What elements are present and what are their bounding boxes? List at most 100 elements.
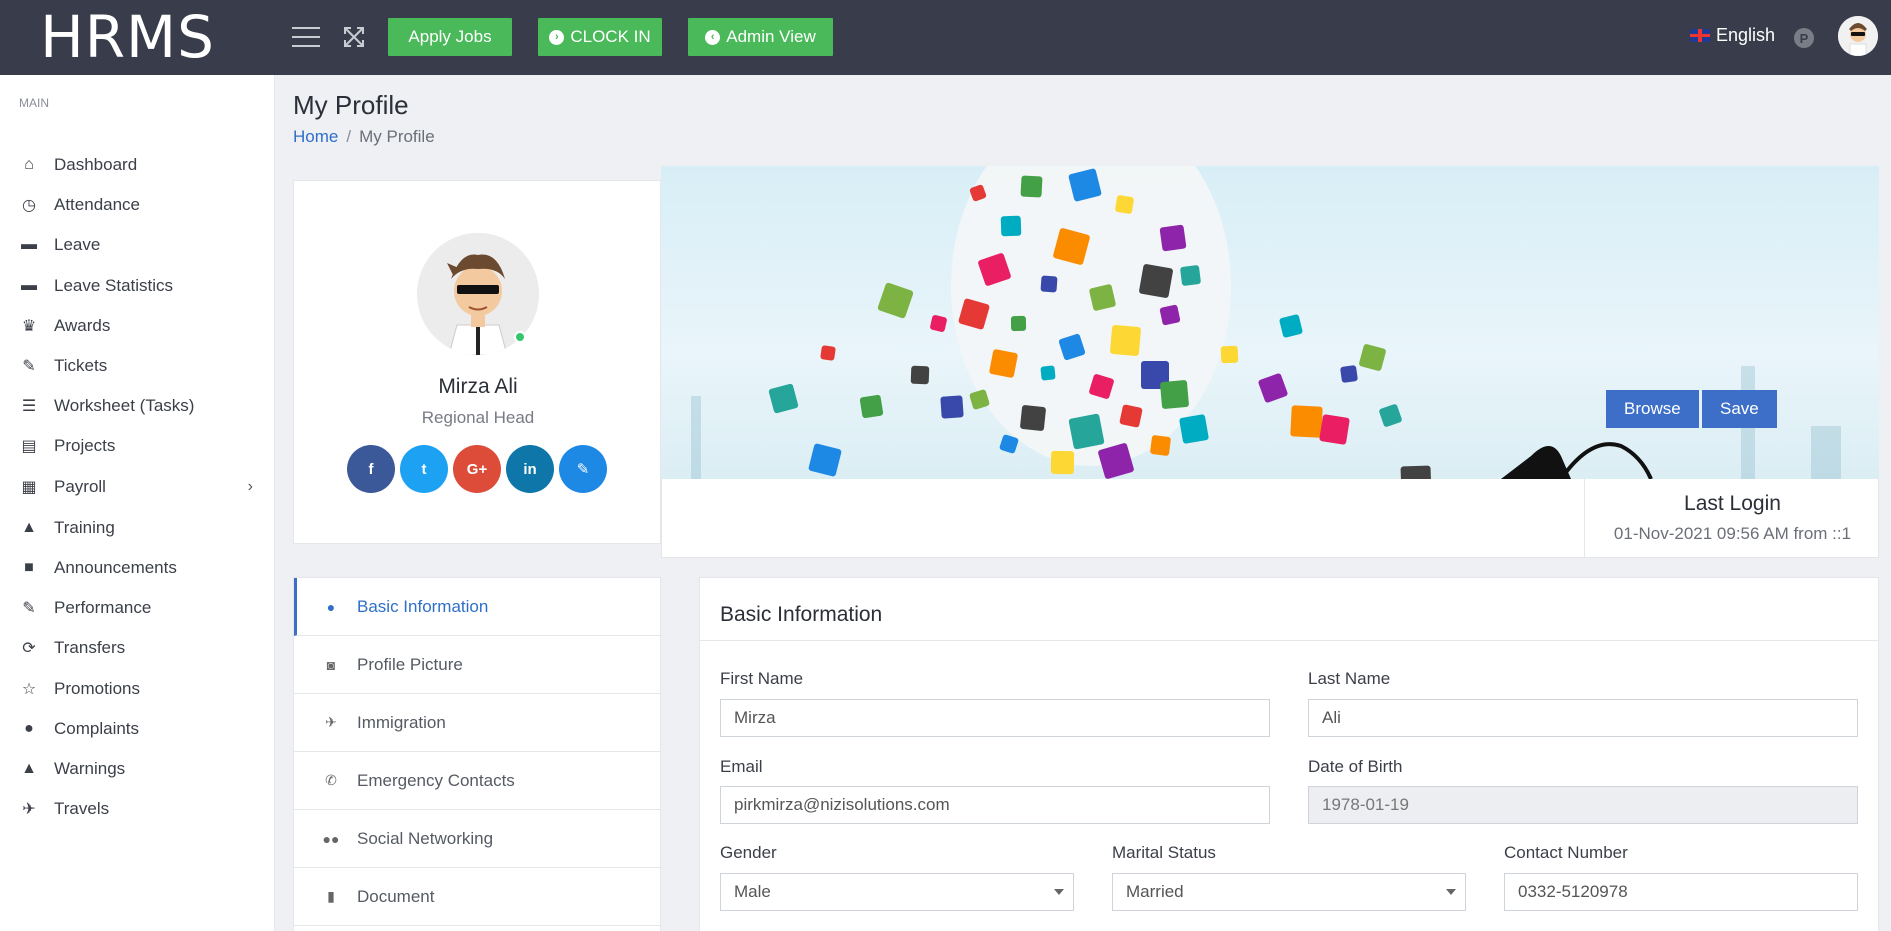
dob-input: 1978-01-19	[1308, 786, 1858, 824]
cover-apps-illustration	[691, 166, 1841, 479]
linkedin-button[interactable]: in	[506, 445, 554, 493]
sidebar-item-training[interactable]: ▲ Training	[0, 508, 275, 548]
sidebar-item-warnings[interactable]: ▲ Warnings	[0, 749, 275, 789]
profile-card: Mirza Ali Regional Head f t G+ in ✎	[293, 180, 661, 544]
sidebar-item-attendance[interactable]: ◷ Attendance	[0, 185, 275, 225]
brand-logo[interactable]: HRMS	[0, 0, 255, 75]
twitter-button[interactable]: t	[400, 445, 448, 493]
gender-select[interactable]: Male	[720, 873, 1074, 911]
arrow-right-circle-icon: ›	[549, 29, 565, 45]
app-tile-shape	[1220, 345, 1239, 364]
app-tile-shape	[1160, 380, 1189, 409]
app-tile-shape	[1290, 405, 1323, 438]
facebook-button[interactable]: f	[347, 445, 395, 493]
app-tile-shape	[1279, 314, 1303, 338]
language-selector[interactable]: English	[1690, 25, 1775, 46]
p-badge[interactable]: P	[1794, 28, 1814, 48]
dob-label: Date of Birth	[1308, 757, 1403, 776]
tab-immigration[interactable]: ✈ Immigration	[294, 694, 660, 752]
sidebar-item-label: Awards	[54, 316, 111, 335]
sidebar-item-label: Travels	[54, 799, 110, 818]
last-name-input[interactable]: Ali	[1308, 699, 1858, 737]
app-tile-shape	[808, 443, 842, 477]
sticky-note-icon: ■	[24, 559, 34, 576]
sidebar-item-transfers[interactable]: ⟳ Transfers	[0, 628, 275, 668]
first-name-input[interactable]: Mirza	[720, 699, 1270, 737]
sidebar-item-label: Promotions	[54, 679, 140, 698]
browse-cover-button[interactable]: Browse	[1606, 390, 1699, 428]
top-navbar: HRMS Apply Jobs › CLOCK IN ‹ Admin View En…	[0, 0, 1891, 75]
users-icon: ●●	[322, 830, 340, 847]
contact-number-input[interactable]: 0332-5120978	[1504, 873, 1858, 911]
clock-icon: ◷	[22, 197, 36, 214]
app-tile-shape	[820, 345, 836, 361]
apply-jobs-button[interactable]: Apply Jobs	[388, 18, 512, 56]
form-title: Basic Information	[720, 603, 883, 626]
tab-social-networking[interactable]: ●● Social Networking	[294, 810, 660, 868]
sidebar-item-travels[interactable]: ✈ Travels	[0, 789, 275, 829]
chevron-down-icon	[1054, 889, 1064, 895]
tab-document[interactable]: ▮ Document	[294, 868, 660, 926]
bed-icon: ▬	[21, 236, 37, 253]
sidebar-item-tickets[interactable]: ✎ Tickets	[0, 346, 275, 386]
app-tile-shape	[1040, 365, 1056, 381]
page-title: My Profile	[293, 90, 409, 120]
sidebar-section-main: MAIN	[19, 96, 49, 110]
plane-icon: ✈	[22, 801, 36, 818]
app-tile-shape	[1010, 315, 1027, 332]
sidebar-item-worksheet-tasks[interactable]: ☰ Worksheet (Tasks)	[0, 386, 275, 426]
last-login-box: Last Login 01-Nov-2021 09:56 AM from ::1	[1584, 479, 1879, 558]
breadcrumb-separator: /	[346, 127, 352, 146]
exclamation-circle-icon: ●	[24, 720, 34, 737]
app-tile-shape	[1379, 404, 1402, 427]
sidebar-item-leave[interactable]: ▬ Leave	[0, 225, 275, 265]
breadcrumb-home-link[interactable]: Home	[293, 127, 338, 146]
app-tile-shape	[1020, 175, 1043, 198]
fullscreen-icon[interactable]	[341, 24, 367, 50]
app-tile-shape	[1340, 365, 1358, 383]
breadcrumb: Home / My Profile	[293, 127, 435, 147]
marital-status-value: Married	[1126, 882, 1184, 901]
sidebar-item-announcements[interactable]: ■ Announcements	[0, 548, 275, 588]
home-icon: ⌂	[24, 156, 34, 173]
save-cover-button[interactable]: Save	[1702, 390, 1777, 428]
app-tile-shape	[1359, 344, 1386, 371]
sidebar-item-label: Transfers	[54, 638, 126, 657]
email-input[interactable]: pirkmirza@nizisolutions.com	[720, 786, 1270, 824]
sidebar-item-label: Leave Statistics	[54, 276, 174, 295]
tab-label: Document	[357, 886, 435, 906]
sidebar-item-label: Payroll	[54, 477, 106, 496]
google-plus-button[interactable]: G+	[453, 445, 501, 493]
sidebar-item-complaints[interactable]: ● Complaints	[0, 709, 275, 749]
clock-in-button[interactable]: › CLOCK IN	[538, 18, 662, 56]
last-login-title: Last Login	[1684, 492, 1781, 515]
sidebar-item-awards[interactable]: ♛ Awards	[0, 306, 275, 346]
google-plus-icon: G+	[466, 460, 488, 478]
last-login-value: 01-Nov-2021 09:56 AM from ::1	[1613, 524, 1852, 543]
sidebar-item-projects[interactable]: ▤ Projects	[0, 426, 275, 466]
edit-button[interactable]: ✎	[559, 445, 607, 493]
tab-profile-picture[interactable]: ◙ Profile Picture	[294, 636, 660, 694]
marital-status-select[interactable]: Married	[1112, 873, 1466, 911]
sidebar-item-dashboard[interactable]: ⌂ Dashboard	[0, 145, 275, 185]
tab-emergency-contacts[interactable]: ✆ Emergency Contacts	[294, 752, 660, 810]
sidebar-item-payroll[interactable]: ▦ Payroll ›	[0, 467, 275, 507]
graduation-cap-icon: ▲	[21, 519, 37, 536]
uk-flag-icon	[1690, 29, 1710, 42]
facebook-icon: f	[368, 460, 374, 478]
user-avatar[interactable]	[1838, 16, 1878, 56]
admin-view-button[interactable]: ‹ Admin View	[688, 18, 833, 56]
sidebar-item-performance[interactable]: ✎ Performance	[0, 588, 275, 628]
app-tile-shape	[989, 349, 1018, 378]
menu-toggle-icon[interactable]	[292, 27, 320, 47]
sidebar-item-leave-statistics[interactable]: ▬ Leave Statistics	[0, 266, 275, 306]
refresh-icon: ⟳	[22, 640, 36, 657]
tab-label: Profile Picture	[357, 654, 463, 674]
profile-name: Mirza Ali	[438, 375, 518, 398]
tab-basic-information[interactable]: ● Basic Information	[294, 578, 660, 636]
breadcrumb-current: My Profile	[359, 127, 435, 146]
sidebar-item-promotions[interactable]: ☆ Promotions	[0, 669, 275, 709]
email-label: Email	[720, 757, 763, 776]
edit-icon: ✎	[576, 461, 590, 478]
list-icon: ☰	[21, 398, 37, 415]
